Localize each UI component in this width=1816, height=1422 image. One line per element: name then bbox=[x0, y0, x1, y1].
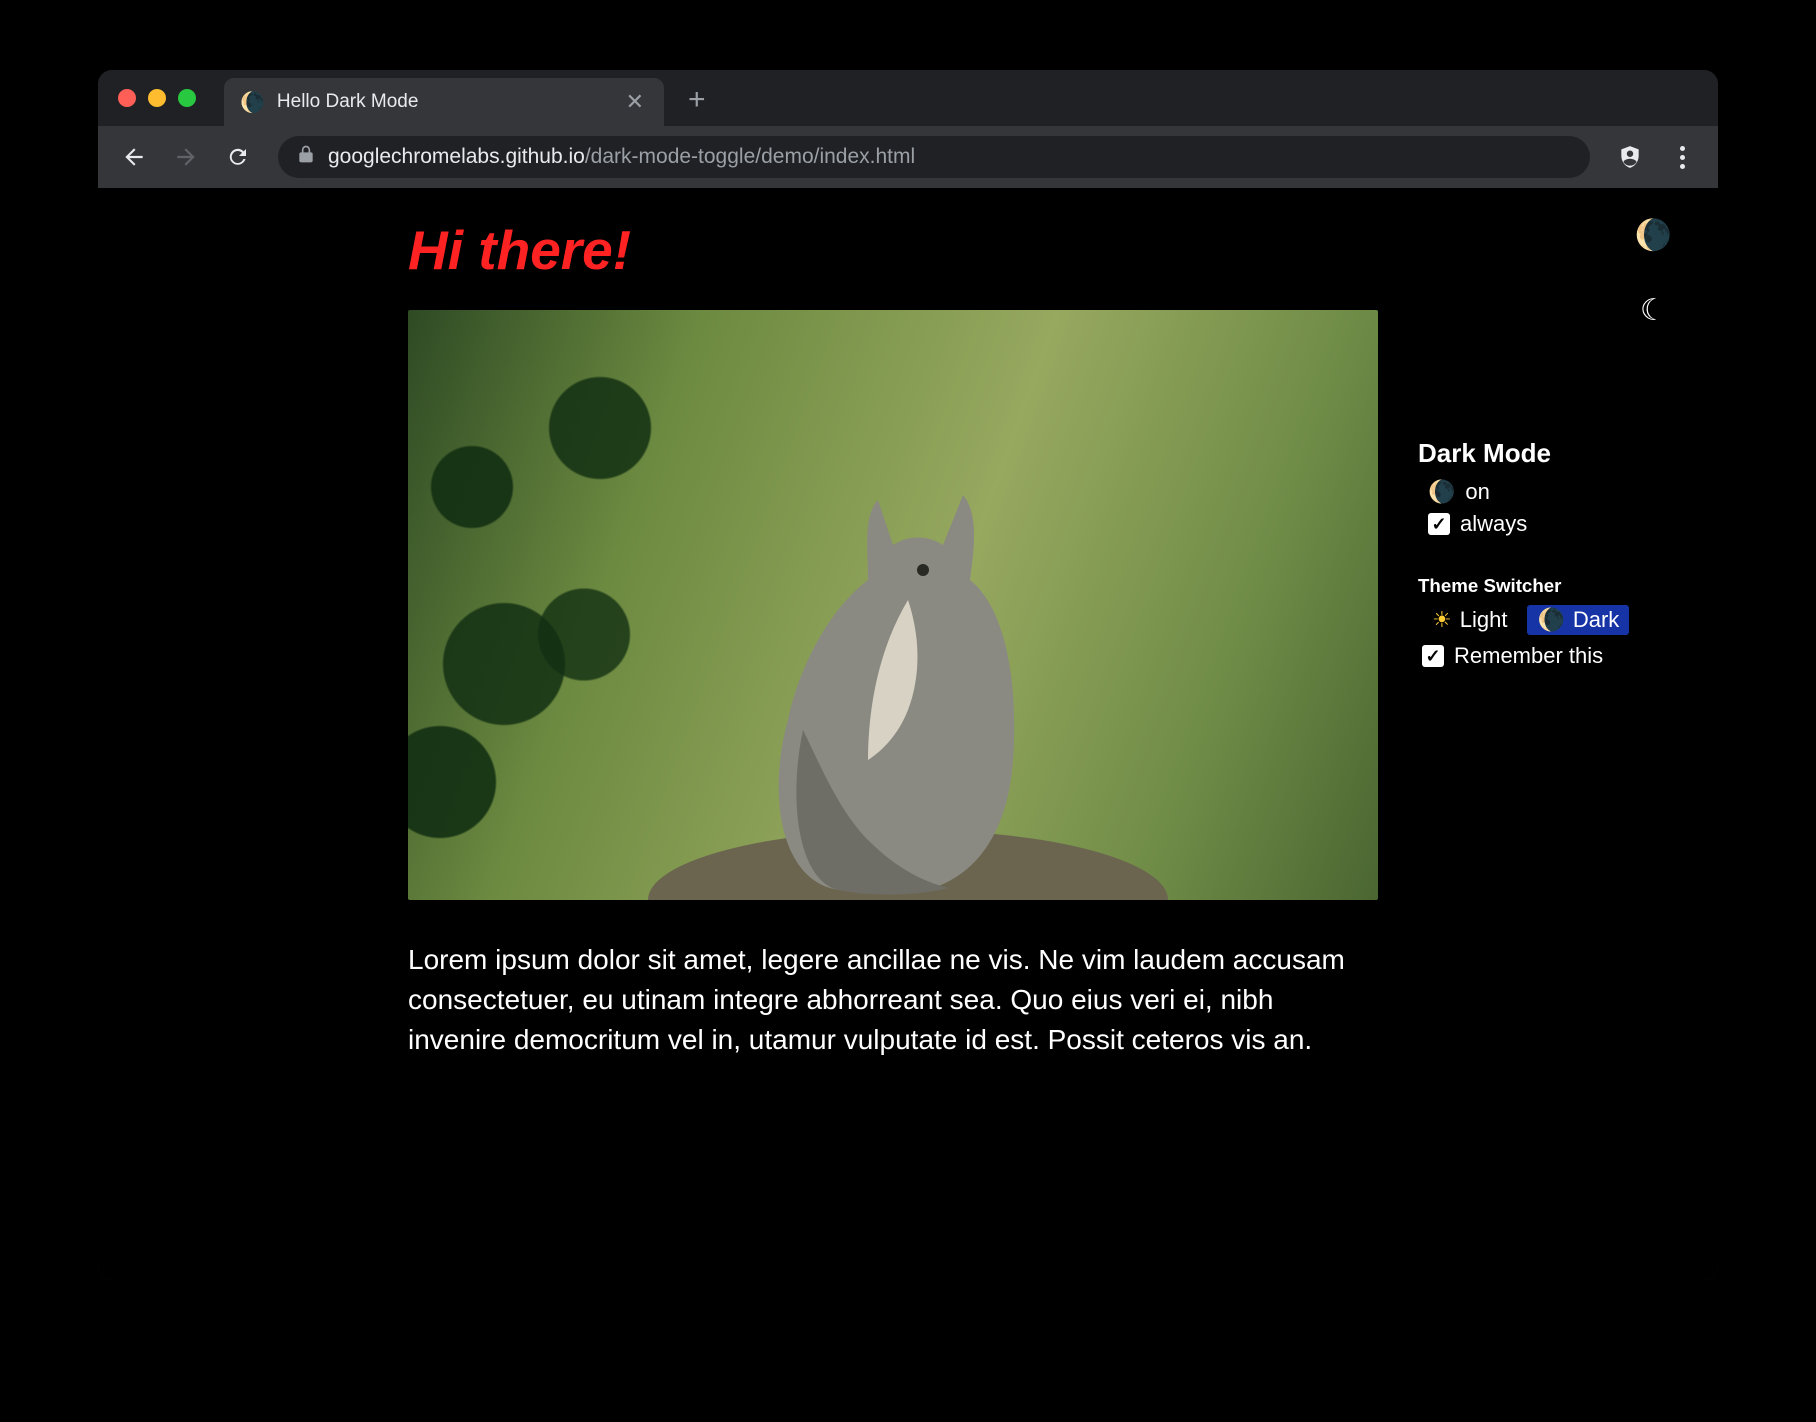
arrow-right-icon bbox=[173, 144, 199, 170]
dark-mode-always-row[interactable]: ✓ always bbox=[1428, 511, 1690, 537]
arrow-left-icon bbox=[121, 144, 147, 170]
theme-option-dark[interactable]: 🌘 Dark bbox=[1527, 605, 1629, 635]
page-heading: Hi there! bbox=[408, 218, 1378, 282]
remember-checkbox[interactable]: ✓ bbox=[1422, 645, 1444, 667]
reload-icon bbox=[226, 145, 250, 169]
always-checkbox[interactable]: ✓ bbox=[1428, 513, 1450, 535]
theme-switcher-options: ☀ Light 🌘 Dark bbox=[1422, 605, 1690, 635]
reload-button[interactable] bbox=[216, 135, 260, 179]
url-text: googlechromelabs.github.io/dark-mode-tog… bbox=[328, 145, 915, 169]
remember-label: Remember this bbox=[1454, 643, 1603, 669]
kebab-menu-icon bbox=[1680, 146, 1685, 169]
new-tab-button[interactable]: + bbox=[688, 83, 706, 117]
dark-mode-panel: Dark Mode 🌘 on ✓ always bbox=[1418, 438, 1690, 537]
tab-title: Hello Dark Mode bbox=[277, 91, 608, 113]
tab-favicon-icon: 🌘 bbox=[240, 90, 265, 115]
dark-label: Dark bbox=[1573, 607, 1619, 633]
page-viewport: Hi there! Lorem ipsum dolor sit amet, le… bbox=[98, 188, 1718, 1280]
main-content: Hi there! Lorem ipsum dolor sit amet, le… bbox=[408, 218, 1378, 1250]
remember-row[interactable]: ✓ Remember this bbox=[1422, 643, 1690, 669]
tab-strip: 🌘 Hello Dark Mode ✕ + bbox=[98, 70, 1718, 126]
profile-icon bbox=[1617, 144, 1643, 170]
url-host: googlechromelabs.github.io bbox=[328, 145, 585, 168]
theme-option-light[interactable]: ☀ Light bbox=[1422, 605, 1517, 635]
forward-button[interactable] bbox=[164, 135, 208, 179]
dark-mode-state-row[interactable]: 🌘 on bbox=[1428, 479, 1690, 505]
foliage-decoration bbox=[408, 310, 728, 900]
close-window-button[interactable] bbox=[118, 89, 136, 107]
address-bar[interactable]: googlechromelabs.github.io/dark-mode-tog… bbox=[278, 136, 1590, 178]
corner-toggle-icons: 🌘 ☾ bbox=[1635, 218, 1672, 368]
always-label: always bbox=[1460, 511, 1527, 537]
browser-tab[interactable]: 🌘 Hello Dark Mode ✕ bbox=[224, 78, 664, 126]
minimize-window-button[interactable] bbox=[148, 89, 166, 107]
maximize-window-button[interactable] bbox=[178, 89, 196, 107]
browser-window: 🌘 Hello Dark Mode ✕ + googlechromelabs.g… bbox=[98, 70, 1718, 1280]
theme-switcher-title: Theme Switcher bbox=[1418, 575, 1690, 597]
back-button[interactable] bbox=[112, 135, 156, 179]
url-path: /dark-mode-toggle/demo/index.html bbox=[585, 145, 915, 168]
toolbar: googlechromelabs.github.io/dark-mode-tog… bbox=[98, 126, 1718, 188]
profile-button[interactable] bbox=[1608, 135, 1652, 179]
dark-mode-toggle-emoji[interactable]: 🌘 bbox=[1635, 218, 1672, 253]
light-label: Light bbox=[1460, 607, 1508, 633]
hero-image bbox=[408, 310, 1378, 900]
cat-illustration bbox=[718, 460, 1078, 900]
menu-button[interactable] bbox=[1660, 135, 1704, 179]
side-panel: 🌘 ☾ Dark Mode 🌘 on ✓ always Theme Switch… bbox=[1378, 218, 1690, 1250]
lock-icon bbox=[296, 144, 316, 170]
dark-mode-state-label: on bbox=[1465, 479, 1489, 505]
moon-icon: 🌘 bbox=[1537, 607, 1564, 633]
dark-mode-toggle-glyph[interactable]: ☾ bbox=[1635, 293, 1672, 328]
body-paragraph: Lorem ipsum dolor sit amet, legere ancil… bbox=[408, 940, 1368, 1059]
sun-icon: ☀ bbox=[1432, 607, 1452, 633]
tab-close-button[interactable]: ✕ bbox=[620, 89, 650, 115]
dark-mode-title: Dark Mode bbox=[1418, 438, 1690, 469]
window-controls bbox=[118, 89, 196, 107]
moon-icon: 🌘 bbox=[1428, 479, 1455, 505]
theme-switcher-panel: Theme Switcher ☀ Light 🌘 Dark ✓ Remember… bbox=[1418, 575, 1690, 669]
